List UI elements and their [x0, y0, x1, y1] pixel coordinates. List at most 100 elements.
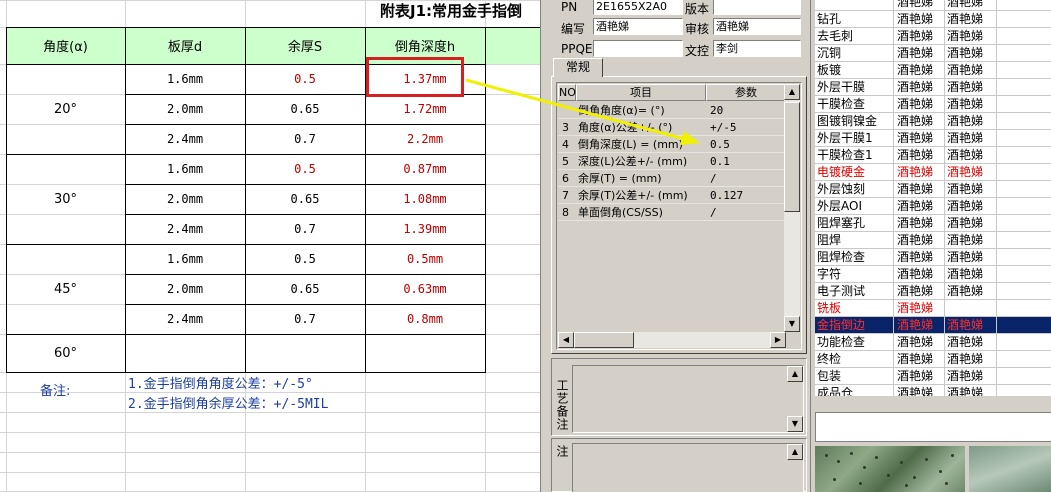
grid-cell-value: 0.1 [710, 155, 730, 168]
remain-cell[interactable]: 0.65 [245, 184, 365, 214]
thickness-cell[interactable]: 2.0mm [125, 184, 245, 214]
header-remain[interactable]: 余厚S [245, 27, 365, 64]
grid-header-no[interactable]: NO [558, 84, 576, 101]
depth-cell[interactable]: 1.72mm [365, 94, 485, 124]
pn-field[interactable]: 2E1655X2A0 [593, 0, 683, 15]
process-row[interactable]: 外层干膜 酒艳娣 酒艳娣 [815, 79, 1051, 96]
header-thickness[interactable]: 板厚d [125, 27, 245, 64]
process-row[interactable]: 外层AOI 酒艳娣 酒艳娣 [815, 198, 1051, 215]
scroll-thumb[interactable] [784, 102, 800, 212]
memo2-scroll-up-icon[interactable]: ▲ [787, 444, 803, 460]
model-remark-memo[interactable]: ▲ [572, 443, 804, 492]
remain-cell[interactable]: 0.5 [245, 154, 365, 184]
grid-row[interactable]: 8 单面倒角(CS/SS) / [558, 204, 786, 221]
remain-cell[interactable]: 0.65 [245, 274, 365, 304]
grid-header-item[interactable]: 项目 [576, 84, 706, 101]
pcb-thumbnail-2 [969, 446, 1051, 492]
depth-cell[interactable]: 0.5mm [365, 244, 485, 274]
depth-cell[interactable]: 1.39mm [365, 214, 485, 244]
reviewer-field[interactable]: 酒艳娣 [713, 18, 801, 35]
grid-vertical-scrollbar[interactable]: ▲ ▼ [784, 84, 800, 332]
grid-row[interactable]: 5 深度(L)公差+/- (mm) 0.1 [558, 153, 786, 170]
remain-cell[interactable]: 0.7 [245, 304, 365, 334]
process-row[interactable]: 干膜检查1 酒艳娣 酒艳娣 [815, 147, 1051, 164]
depth-cell[interactable]: 0.8mm [365, 304, 485, 334]
author-field[interactable]: 酒艳娣 [593, 18, 683, 35]
process-step-name: 金指倒边 [817, 318, 866, 332]
process-row[interactable]: 成品仓 酒艳娣 酒艳娣 [815, 385, 1051, 396]
angle-cell[interactable]: 30° [6, 154, 125, 244]
thickness-cell[interactable]: 2.4mm [125, 214, 245, 244]
column-divider [944, 96, 945, 113]
spreadsheet[interactable]: 附表J1:常用金手指倒 角度(α) 板厚d 余厚S 倒角深度h 20° 1.6mm… [0, 0, 540, 492]
process-row[interactable]: 铣板 酒艳娣 [815, 300, 1051, 317]
process-row[interactable]: 阻焊检查 酒艳娣 酒艳娣 [815, 249, 1051, 266]
column-divider [893, 249, 894, 266]
process-row[interactable]: 金指倒边 酒艳娣 酒艳娣 [815, 317, 1051, 334]
scroll-right-icon[interactable]: ▶ [770, 332, 786, 348]
process-row[interactable]: 图镀铜镍金 酒艳娣 酒艳娣 [815, 113, 1051, 130]
grid-row[interactable]: 7 余厚(T)公差+/- (mm) 0.127 [558, 187, 786, 204]
remain-cell[interactable]: 0.7 [245, 124, 365, 154]
process-row[interactable]: 字符 酒艳娣 酒艳娣 [815, 266, 1051, 283]
thickness-cell[interactable]: 1.6mm [125, 64, 245, 94]
process-row[interactable]: 阻焊 酒艳娣 酒艳娣 [815, 232, 1051, 249]
depth-cell[interactable]: 0.63mm [365, 274, 485, 304]
remain-cell[interactable]: 0.65 [245, 94, 365, 124]
thickness-cell[interactable]: 1.6mm [125, 154, 245, 184]
ppqe-field[interactable] [593, 40, 683, 57]
thickness-cell[interactable]: 1.6mm [125, 244, 245, 274]
process-row[interactable]: 终检 酒艳娣 酒艳娣 [815, 351, 1051, 368]
column-divider [893, 113, 894, 130]
hscroll-thumb[interactable] [574, 332, 634, 348]
version-field[interactable] [713, 0, 801, 15]
process-row[interactable]: 去毛刺 酒艳娣 酒艳娣 [815, 28, 1051, 45]
process-row[interactable]: 包装 酒艳娣 酒艳娣 [815, 368, 1051, 385]
depth-cell[interactable]: 1.08mm [365, 184, 485, 214]
process-remark-memo[interactable]: ▲ ▼ [572, 365, 804, 433]
memo-scroll-down-icon[interactable]: ▼ [787, 416, 803, 432]
tab-general[interactable]: 常规 [553, 58, 603, 77]
process-row[interactable]: 功能检查 酒艳娣 酒艳娣 [815, 334, 1051, 351]
thickness-cell[interactable]: 2.4mm [125, 304, 245, 334]
process-operator: 酒艳娣 [897, 12, 934, 26]
process-row[interactable]: 沉铜 酒艳娣 酒艳娣 [815, 45, 1051, 62]
thickness-cell[interactable]: 2.0mm [125, 94, 245, 124]
scroll-down-icon[interactable]: ▼ [784, 316, 800, 332]
angle-cell[interactable]: 60° [6, 334, 125, 372]
process-operator: 酒艳娣 [947, 131, 984, 145]
controller-field[interactable]: 李剑 [713, 40, 801, 57]
grid-row[interactable]: 3 角度(α)公差+/- (°) +/-5 [558, 119, 786, 136]
remain-cell[interactable]: 0.5 [245, 64, 365, 94]
header-angle[interactable]: 角度(α) [6, 27, 125, 64]
grid-horizontal-scrollbar[interactable]: ◀ ▶ [558, 332, 786, 348]
parameter-grid[interactable]: NO 项目 参数 倒角角度(α)= (°) 20 3 角度(α)公差+/- (°) +/… [556, 82, 802, 350]
thickness-cell[interactable]: 2.0mm [125, 274, 245, 304]
process-row[interactable]: 板镀 酒艳娣 酒艳娣 [815, 62, 1051, 79]
process-row[interactable]: 外层蚀刻 酒艳娣 酒艳娣 [815, 181, 1051, 198]
remain-cell[interactable]: 0.7 [245, 214, 365, 244]
grid-header-value[interactable]: 参数 [706, 84, 786, 101]
angle-cell[interactable]: 20° [6, 64, 125, 154]
scroll-up-icon[interactable]: ▲ [784, 84, 800, 100]
process-list[interactable]: 酒艳娣 酒艳娣 钻孔 酒艳娣 酒艳娣 去毛刺 酒艳娣 酒艳娣 沉铜 酒艳娣 酒艳娣 板镀 酒艳娣 酒艳娣外… [815, 0, 1051, 396]
remain-cell[interactable]: 0.5 [245, 244, 365, 274]
grid-row[interactable]: 6 余厚(T) = (mm) / [558, 170, 786, 187]
process-input-field[interactable] [815, 412, 1051, 442]
thickness-cell[interactable]: 2.4mm [125, 124, 245, 154]
grid-row[interactable]: 4 倒角深度(L) = (mm) 0.5 [558, 136, 786, 153]
angle-cell[interactable]: 45° [6, 244, 125, 334]
process-row[interactable]: 阻焊塞孔 酒艳娣 酒艳娣 [815, 215, 1051, 232]
process-row[interactable]: 电镀硬金 酒艳娣 酒艳娣 [815, 164, 1051, 181]
memo-scroll-up-icon[interactable]: ▲ [787, 366, 803, 382]
process-row[interactable]: 钻孔 酒艳娣 酒艳娣 [815, 11, 1051, 28]
column-divider [893, 215, 894, 232]
process-row[interactable]: 干膜检查 酒艳娣 酒艳娣 [815, 96, 1051, 113]
scroll-left-icon[interactable]: ◀ [558, 332, 574, 348]
process-row[interactable]: 酒艳娣 酒艳娣 [815, 0, 1051, 11]
process-row[interactable]: 电子测试 酒艳娣 酒艳娣 [815, 283, 1051, 300]
depth-cell[interactable]: 0.87mm [365, 154, 485, 184]
process-row[interactable]: 外层干膜1 酒艳娣 酒艳娣 [815, 130, 1051, 147]
grid-row[interactable]: 倒角角度(α)= (°) 20 [558, 102, 786, 119]
depth-cell[interactable]: 2.2mm [365, 124, 485, 154]
